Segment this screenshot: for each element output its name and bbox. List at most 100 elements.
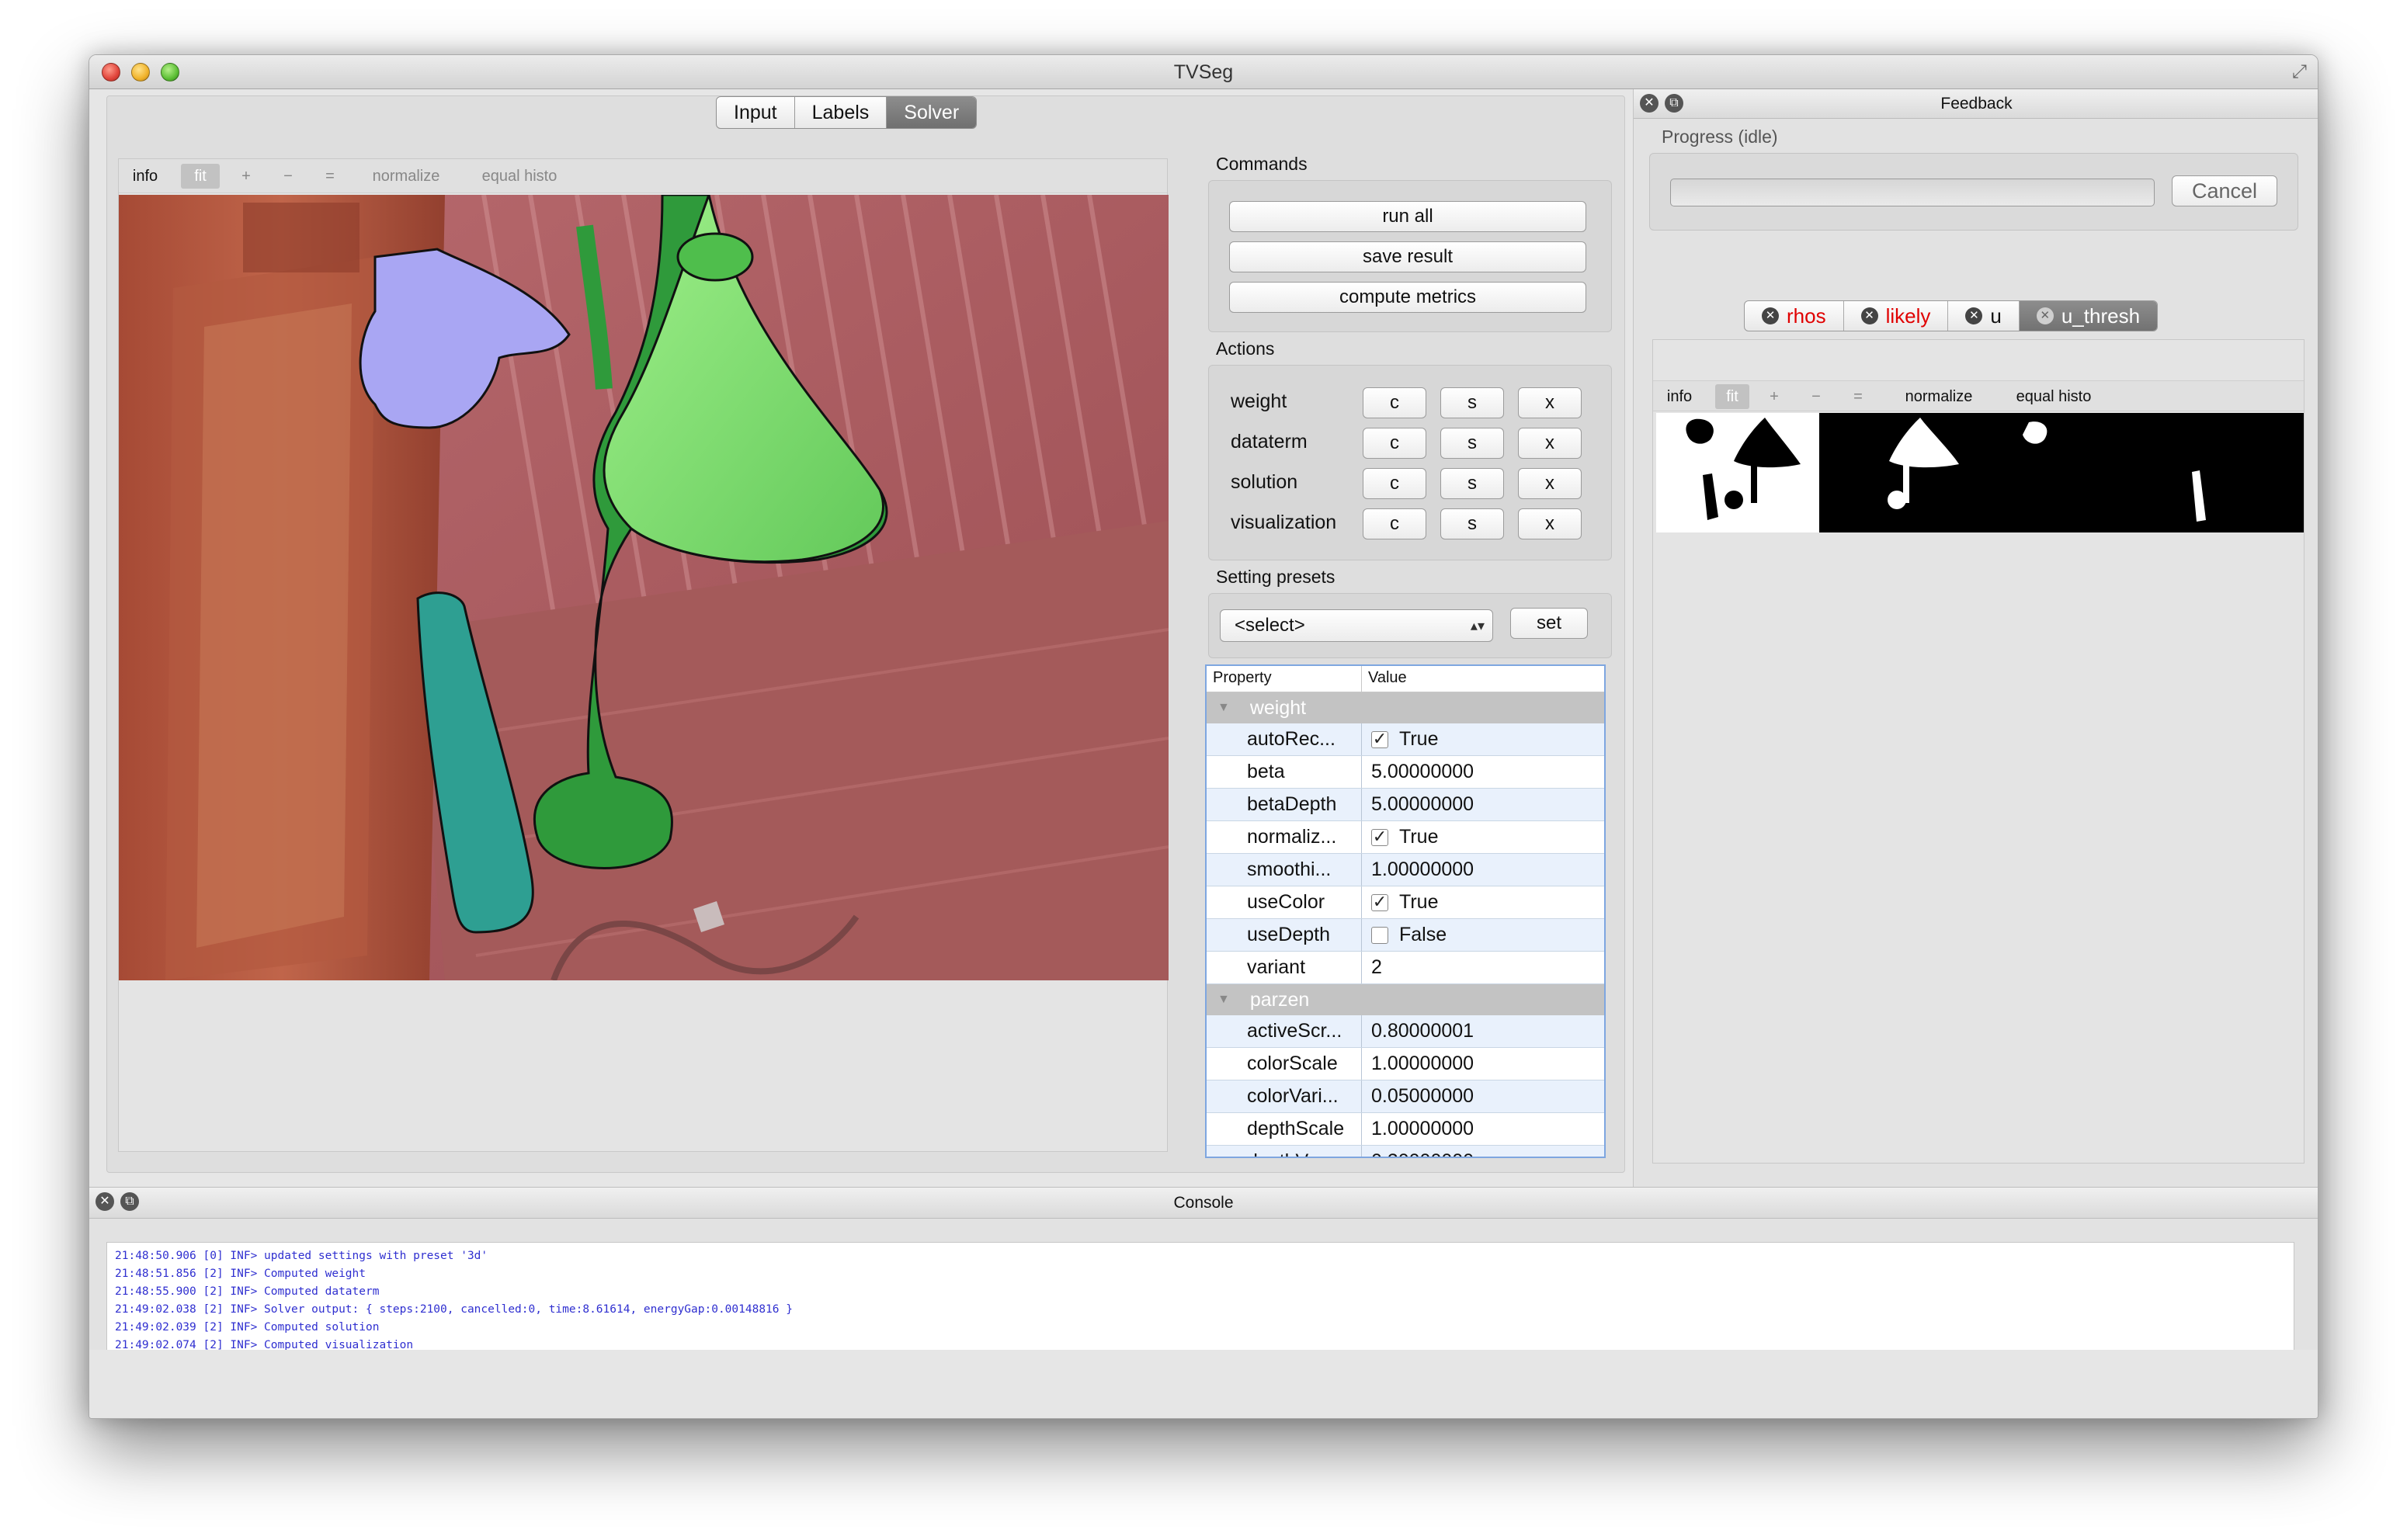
weight-compute-button[interactable]: c [1363, 387, 1426, 418]
property-row[interactable]: betaDepth 5.00000000 [1207, 789, 1604, 821]
tab-labels[interactable]: Labels [795, 97, 887, 128]
fit-button[interactable]: fit [181, 164, 220, 189]
console-close-icon[interactable]: ✕ [96, 1192, 114, 1211]
solution-compute-button[interactable]: c [1363, 468, 1426, 499]
property-column-header: Property [1207, 666, 1362, 692]
visualization-save-button[interactable]: s [1440, 508, 1504, 539]
property-key: colorVari... [1207, 1080, 1362, 1112]
property-key: beta [1207, 756, 1362, 788]
property-checkbox[interactable]: ✓ [1371, 827, 1388, 846]
title-bar: TVSeg ⤢ [89, 55, 2318, 89]
collapse-arrow-icon[interactable]: ▼ [1217, 984, 1230, 1015]
collapse-arrow-icon[interactable]: ▼ [1217, 692, 1230, 723]
property-value-cell[interactable]: ✓ True [1362, 826, 1438, 848]
property-table[interactable]: Property Value ▼ weight autoRec... ✓ True bet… [1205, 664, 1606, 1158]
feedback-image-tabs: ✕ rhos ✕ likely ✕ u ✕ u_thresh [1744, 300, 2159, 331]
close-tab-icon[interactable]: ✕ [1965, 307, 1983, 324]
property-value-cell[interactable]: ✓ True [1362, 728, 1438, 751]
property-row[interactable]: depthScale 1.00000000 [1207, 1113, 1604, 1146]
weight-save-button[interactable]: s [1440, 387, 1504, 418]
property-group-parzen[interactable]: ▼ parzen [1207, 984, 1604, 1015]
property-value-cell[interactable]: False [1362, 924, 1447, 946]
property-row[interactable]: smoothi... 1.00000000 [1207, 854, 1604, 886]
close-tab-icon[interactable]: ✕ [1762, 307, 1779, 324]
feedback-close-icon[interactable]: ✕ [1640, 94, 1659, 113]
presets-label: Setting presets [1216, 567, 1335, 587]
run-all-button[interactable]: run all [1229, 201, 1586, 232]
dataterm-clear-button[interactable]: x [1518, 428, 1582, 459]
property-row[interactable]: activeScr... 0.80000001 [1207, 1015, 1604, 1048]
equal-histo-button[interactable]: equal histo [474, 164, 564, 189]
weight-clear-button[interactable]: x [1518, 387, 1582, 418]
property-row[interactable]: colorScale 1.00000000 [1207, 1048, 1604, 1080]
segmentation-image[interactable] [119, 195, 1169, 980]
dataterm-compute-button[interactable]: c [1363, 428, 1426, 459]
property-row[interactable]: variant 2 [1207, 952, 1604, 984]
property-checkbox[interactable]: ✓ [1371, 893, 1388, 911]
property-checkbox[interactable]: ✓ [1371, 730, 1388, 748]
property-value: 1.00000000 [1371, 858, 1474, 880]
property-group-weight[interactable]: ▼ weight [1207, 692, 1604, 723]
property-row[interactable]: beta 5.00000000 [1207, 756, 1604, 789]
close-tab-icon[interactable]: ✕ [1860, 307, 1878, 324]
property-row[interactable]: autoRec... ✓ True [1207, 723, 1604, 756]
property-row[interactable]: useDepth False [1207, 919, 1604, 952]
property-value-cell[interactable]: 2 [1362, 956, 1382, 979]
threshold-result-image[interactable] [1656, 413, 2304, 532]
property-value-cell[interactable]: ✓ True [1362, 891, 1438, 914]
property-table-header: Property Value [1207, 666, 1604, 692]
property-value-cell[interactable]: 0.80000001 [1362, 1020, 1474, 1042]
property-row[interactable]: depthV... 0.30000000 [1207, 1146, 1604, 1157]
feedback-float-icon[interactable]: ⧉ [1665, 94, 1683, 113]
property-value-cell[interactable]: 0.05000000 [1362, 1085, 1474, 1108]
tab-likely[interactable]: ✕ likely [1844, 301, 1949, 331]
property-value-cell[interactable]: 0.30000000 [1362, 1150, 1474, 1157]
feedback-info-button[interactable]: info [1664, 384, 1695, 409]
property-value-cell[interactable]: 5.00000000 [1362, 793, 1474, 816]
solution-save-button[interactable]: s [1440, 468, 1504, 499]
property-checkbox[interactable] [1371, 926, 1388, 944]
zoom-reset-button[interactable]: = [319, 164, 341, 189]
save-result-button[interactable]: save result [1229, 241, 1586, 272]
fullscreen-icon[interactable]: ⤢ [2292, 61, 2307, 83]
property-row[interactable]: colorVari... 0.05000000 [1207, 1080, 1604, 1113]
tab-rhos-label: rhos [1787, 303, 1826, 328]
compute-metrics-button[interactable]: compute metrics [1229, 282, 1586, 313]
property-row[interactable]: useColor ✓ True [1207, 886, 1604, 919]
tab-u-thresh[interactable]: ✕ u_thresh [2019, 301, 2158, 331]
preset-select[interactable]: <select> ▴▾ [1220, 609, 1493, 642]
console-float-icon[interactable]: ⧉ [120, 1192, 139, 1211]
visualization-clear-button[interactable]: x [1518, 508, 1582, 539]
feedback-zoom-in-button[interactable]: + [1765, 384, 1784, 409]
actions-label: Actions [1216, 338, 1275, 359]
feedback-zoom-reset-button[interactable]: = [1849, 384, 1867, 409]
info-button[interactable]: info [130, 164, 161, 189]
tab-solver[interactable]: Solver [887, 97, 977, 128]
feedback-zoom-out-button[interactable]: − [1807, 384, 1825, 409]
feedback-title-bar: ✕ ⧉ Feedback [1634, 89, 2318, 119]
feedback-equal-histo-button[interactable]: equal histo [2009, 384, 2099, 409]
status-area [89, 1350, 2318, 1418]
property-row[interactable]: normaliz... ✓ True [1207, 821, 1604, 854]
tab-input[interactable]: Input [717, 97, 795, 128]
tab-rhos[interactable]: ✕ rhos [1745, 301, 1844, 331]
feedback-fit-button[interactable]: fit [1715, 384, 1749, 409]
normalize-button[interactable]: normalize [366, 164, 446, 189]
action-weight-label: weight [1231, 390, 1287, 412]
feedback-viewer: info fit + − = normalize equal histo [1652, 339, 2305, 1164]
console-log[interactable]: 21:48:50.906 [0] INF> updated settings w… [106, 1242, 2294, 1366]
zoom-out-button[interactable]: − [277, 164, 299, 189]
property-value-cell[interactable]: 1.00000000 [1362, 1053, 1474, 1075]
zoom-in-button[interactable]: + [235, 164, 257, 189]
property-value-cell[interactable]: 1.00000000 [1362, 1118, 1474, 1140]
solution-clear-button[interactable]: x [1518, 468, 1582, 499]
dataterm-save-button[interactable]: s [1440, 428, 1504, 459]
tab-u[interactable]: ✕ u [1948, 301, 2020, 331]
property-value-cell[interactable]: 1.00000000 [1362, 858, 1474, 881]
close-tab-icon[interactable]: ✕ [2036, 307, 2054, 324]
set-preset-button[interactable]: set [1510, 608, 1588, 639]
property-value-cell[interactable]: 5.00000000 [1362, 761, 1474, 783]
cancel-button[interactable]: Cancel [2172, 175, 2277, 206]
feedback-normalize-button[interactable]: normalize [1898, 384, 1979, 409]
visualization-compute-button[interactable]: c [1363, 508, 1426, 539]
